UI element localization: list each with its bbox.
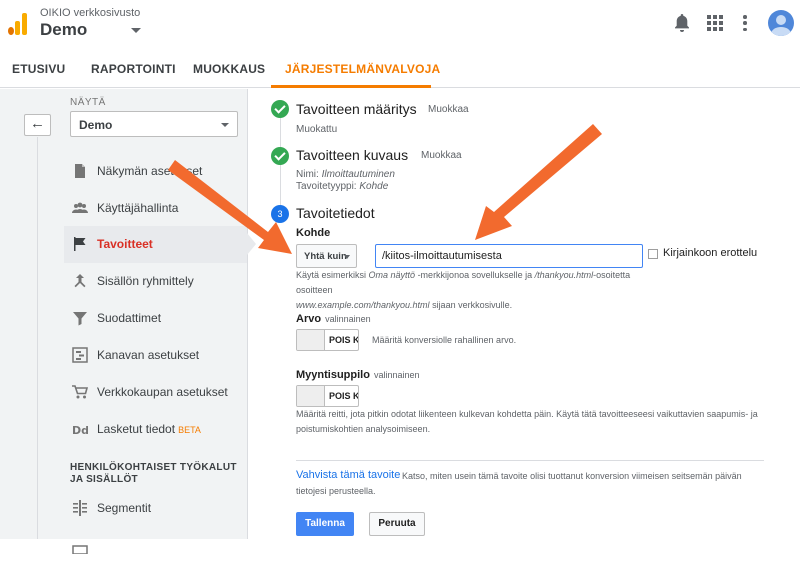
sidebar-item-calculated-metrics[interactable]: Dd Lasketut tiedot BETA bbox=[64, 411, 247, 448]
sidebar-item-label: Lasketut tiedot BETA bbox=[97, 422, 201, 436]
toggle-knob bbox=[297, 386, 325, 406]
sidebar-item-label: Suodattimet bbox=[97, 311, 162, 325]
active-tab-indicator bbox=[271, 85, 431, 88]
sidebar-item-channel-settings[interactable]: Kanavan asetukset bbox=[64, 337, 247, 374]
destination-help: Käytä esimerkiksi Oma näyttö -merkkijono… bbox=[296, 270, 631, 310]
apps-grid-icon[interactable] bbox=[707, 15, 723, 31]
section-divider bbox=[296, 460, 764, 461]
check-circle-icon bbox=[271, 100, 289, 118]
step-number-badge: 3 bbox=[271, 205, 289, 223]
sidebar-item-content-grouping[interactable]: Sisällön ryhmittely bbox=[64, 263, 247, 300]
beta-badge: BETA bbox=[178, 425, 201, 435]
document-icon bbox=[75, 164, 85, 178]
chevron-down-icon bbox=[221, 123, 229, 127]
sidebar-item-segments[interactable]: Segmentit bbox=[64, 490, 247, 527]
check-circle-icon bbox=[271, 147, 289, 165]
svg-text:Dd: Dd bbox=[72, 424, 88, 437]
cancel-button[interactable]: Peruuta bbox=[369, 512, 425, 536]
segments-icon bbox=[73, 500, 87, 516]
sidebar-item-ecommerce-settings[interactable]: Verkkokaupan asetukset bbox=[64, 374, 247, 411]
active-item-pointer bbox=[247, 233, 256, 255]
goal-setup-status: Muokattu bbox=[296, 124, 338, 135]
funnel-toggle[interactable]: POIS KÄYTÖSTÄ bbox=[296, 385, 359, 407]
chevron-down-icon bbox=[344, 255, 350, 259]
sidebar-item-filters[interactable]: Suodattimet bbox=[64, 300, 247, 337]
edit-goal-description-link[interactable]: Muokkaa bbox=[421, 150, 462, 161]
avatar[interactable] bbox=[768, 10, 794, 36]
back-arrow-icon[interactable]: ← bbox=[24, 114, 51, 136]
tab-reporting[interactable]: RAPORTOINTI bbox=[91, 62, 176, 76]
filter-icon bbox=[73, 312, 87, 326]
main-nav: ETUSIVU RAPORTOINTI MUOKKAUS JÄRJESTELMÄ… bbox=[0, 48, 800, 88]
destination-input[interactable] bbox=[375, 244, 643, 268]
tab-admin[interactable]: JÄRJESTELMÄNVALVOJA bbox=[285, 62, 440, 76]
funnel-toggle-label: POIS KÄYTÖSTÄ bbox=[329, 391, 359, 401]
tab-home[interactable]: ETUSIVU bbox=[12, 62, 65, 76]
sidebar-item-label: Verkkokaupan asetukset bbox=[97, 385, 228, 399]
case-sensitive-label: Kirjainkoon erottelu bbox=[663, 247, 758, 259]
edit-goal-setup-link[interactable]: Muokkaa bbox=[428, 104, 469, 115]
verify-goal-link[interactable]: Vahvista tämä tavoite bbox=[296, 469, 400, 481]
dd-icon: Dd bbox=[72, 424, 88, 437]
match-type-value: Yhtä kuin bbox=[304, 251, 347, 262]
sidebar-item-view-settings[interactable]: Näkymän asetukset bbox=[64, 153, 247, 190]
analytics-logo-icon[interactable] bbox=[8, 13, 28, 35]
grouping-icon bbox=[74, 274, 86, 288]
value-toggle-label: POIS KÄYTÖSTÄ bbox=[329, 335, 359, 345]
tab-customization[interactable]: MUOKKAUS bbox=[193, 62, 265, 76]
sidebar-item-label: Näkymän asetukset bbox=[97, 164, 203, 178]
funnel-help: Määritä reitti, jota pitkin odotat liike… bbox=[296, 409, 758, 434]
chevron-down-icon[interactable] bbox=[131, 28, 141, 33]
goal-type-line: Tavoitetyyppi: Kohde bbox=[296, 181, 389, 192]
account-name: OIKIO verkkosivusto bbox=[40, 7, 141, 19]
top-header: OIKIO verkkosivusto Demo bbox=[0, 0, 800, 48]
channel-icon bbox=[72, 347, 88, 363]
users-icon bbox=[72, 202, 88, 213]
case-sensitive-checkbox[interactable] bbox=[648, 249, 658, 259]
sidebar-item-label: Kanavan asetukset bbox=[97, 348, 200, 362]
sidebar-item-label: Tavoitteet bbox=[97, 237, 153, 251]
step-goal-description-title: Tavoitteen kuvaus bbox=[296, 147, 409, 163]
goal-name-line: Nimi: Ilmoittautuminen bbox=[296, 169, 395, 180]
rail-divider bbox=[37, 137, 38, 539]
toggle-knob bbox=[297, 330, 325, 350]
sidebar-item-label: Segmentit bbox=[97, 501, 152, 515]
sidebar-item-user-management[interactable]: Käyttäjähallinta bbox=[64, 190, 247, 227]
more-vert-icon[interactable] bbox=[743, 15, 747, 31]
destination-label: Kohde bbox=[296, 227, 331, 239]
left-rail bbox=[0, 89, 64, 539]
list-icon bbox=[72, 545, 88, 554]
sidebar-item-label: Sisällön ryhmittely bbox=[97, 274, 194, 288]
sidebar-item-next[interactable] bbox=[64, 528, 247, 565]
arrow-to-destination-input bbox=[475, 124, 602, 240]
value-help: Määritä konversiolle rahallinen arvo. bbox=[372, 335, 517, 345]
sidebar-item-goals[interactable]: Tavoitteet bbox=[64, 226, 247, 263]
value-toggle[interactable]: POIS KÄYTÖSTÄ bbox=[296, 329, 359, 351]
property-selector[interactable]: Demo bbox=[40, 20, 87, 40]
value-field-label: Arvo valinnainen bbox=[296, 313, 371, 325]
view-selector[interactable]: Demo bbox=[70, 111, 238, 137]
sidebar-item-label: Käyttäjähallinta bbox=[97, 201, 179, 215]
flag-icon bbox=[74, 237, 86, 251]
view-selector-value: Demo bbox=[79, 118, 113, 132]
bell-icon[interactable] bbox=[673, 13, 691, 33]
save-button[interactable]: Tallenna bbox=[296, 512, 354, 536]
match-type-select[interactable]: Yhtä kuin bbox=[296, 244, 357, 268]
cart-icon bbox=[72, 385, 88, 399]
funnel-field-label: Myyntisuppilo valinnainen bbox=[296, 369, 420, 381]
step-goal-details-title: Tavoitetiedot bbox=[296, 205, 375, 221]
personal-tools-heading: HENKILÖKOHTAISET TYÖKALUT JA SISÄLLÖT bbox=[70, 462, 237, 485]
view-label: NÄYTÄ bbox=[70, 97, 106, 108]
step-goal-setup-title: Tavoitteen määritys bbox=[296, 101, 417, 117]
